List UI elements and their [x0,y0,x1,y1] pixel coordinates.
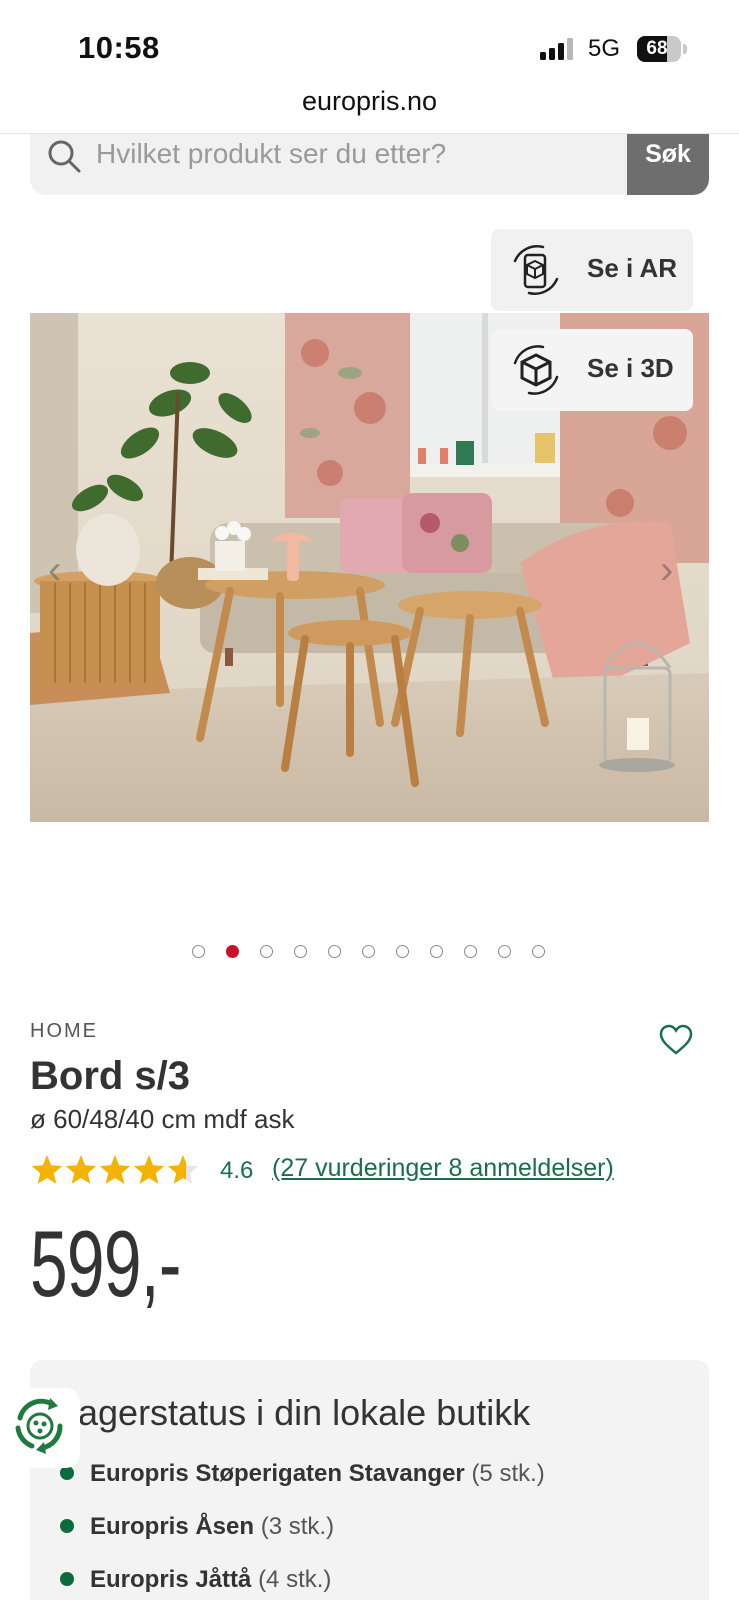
search-button[interactable]: Søk [627,128,709,195]
in-stock-dot [60,1571,74,1586]
stock-title: agerstatus i din lokale butikk [78,1392,531,1433]
chevron-right-icon[interactable]: › [660,548,673,593]
carousel-dot[interactable] [294,945,307,958]
carousel-dot[interactable] [532,945,545,958]
reviews-link[interactable]: (27 vurderinger 8 anmeldelser) [272,1154,614,1183]
star-icon [99,1155,131,1184]
search-icon [48,140,81,173]
cube-icon [513,345,559,395]
star-icon [65,1155,97,1184]
carousel-dot[interactable] [396,945,409,958]
store-qty: (4 stk.) [258,1566,332,1593]
recycle-badge[interactable] [0,1388,80,1468]
carousel-dot[interactable] [192,945,205,958]
status-bar: 10:58 5G 68 [0,0,739,90]
rating-value: 4.6 [220,1157,254,1184]
carousel-dot[interactable] [328,945,341,958]
store-qty: (5 stk.) [471,1460,545,1487]
store-qty: (3 stk.) [260,1513,335,1540]
network-type: 5G [588,35,621,62]
store-name: Europris Åsen [90,1513,255,1540]
search-bar[interactable]: Hvilket produkt ser du etter? Søk [30,128,709,195]
status-time: 10:58 [78,30,160,65]
product-title: Bord s/3 [30,1054,191,1098]
carousel-dot[interactable] [260,945,273,958]
address-bar[interactable]: europris.no [0,86,739,134]
star-rating [31,1155,199,1184]
star-icon [133,1155,165,1184]
store-item[interactable]: Europris Støperigaten Stavanger (5 stk.) [60,1460,545,1488]
carousel-dot[interactable] [362,945,375,958]
carousel-dot[interactable] [430,945,443,958]
recycle-badge-icon [15,1398,63,1454]
store-name: Europris Støperigaten Stavanger [90,1460,465,1487]
view-in-3d-button[interactable]: Se i 3D [491,329,693,411]
carousel-dot[interactable] [498,945,511,958]
view-in-ar-button[interactable]: Se i AR [491,229,693,311]
battery-tip [683,44,687,54]
signal-icon [540,38,578,60]
star-icon [31,1155,63,1184]
product-description: ø 60/48/40 cm mdf ask [30,1104,295,1134]
search-input[interactable]: Hvilket produkt ser du etter? [96,138,446,170]
3d-button-label: Se i 3D [587,353,674,383]
store-name: Europris Jåttå [90,1566,252,1593]
ar-icon [513,245,559,295]
chevron-left-icon[interactable]: ‹ [48,548,61,593]
carousel-dot[interactable] [226,945,239,958]
product-brand: HOME [30,1020,98,1042]
address-bar-url: europris.no [301,86,438,116]
store-item[interactable]: Europris Jåttå (4 stk.) [60,1566,331,1594]
carousel-dot[interactable] [464,945,477,958]
heart-icon[interactable] [659,1024,693,1056]
ar-button-label: Se i AR [587,253,678,283]
battery-icon: 68 [637,36,681,62]
in-stock-dot [60,1518,74,1533]
store-item[interactable]: Europris Åsen (3 stk.) [60,1513,334,1541]
star-icon [167,1155,199,1184]
battery-percent: 68 [646,38,668,59]
stock-status-panel: agerstatus i din lokale butikk Europris … [30,1360,709,1600]
product-price: 599,- [30,1211,181,1316]
